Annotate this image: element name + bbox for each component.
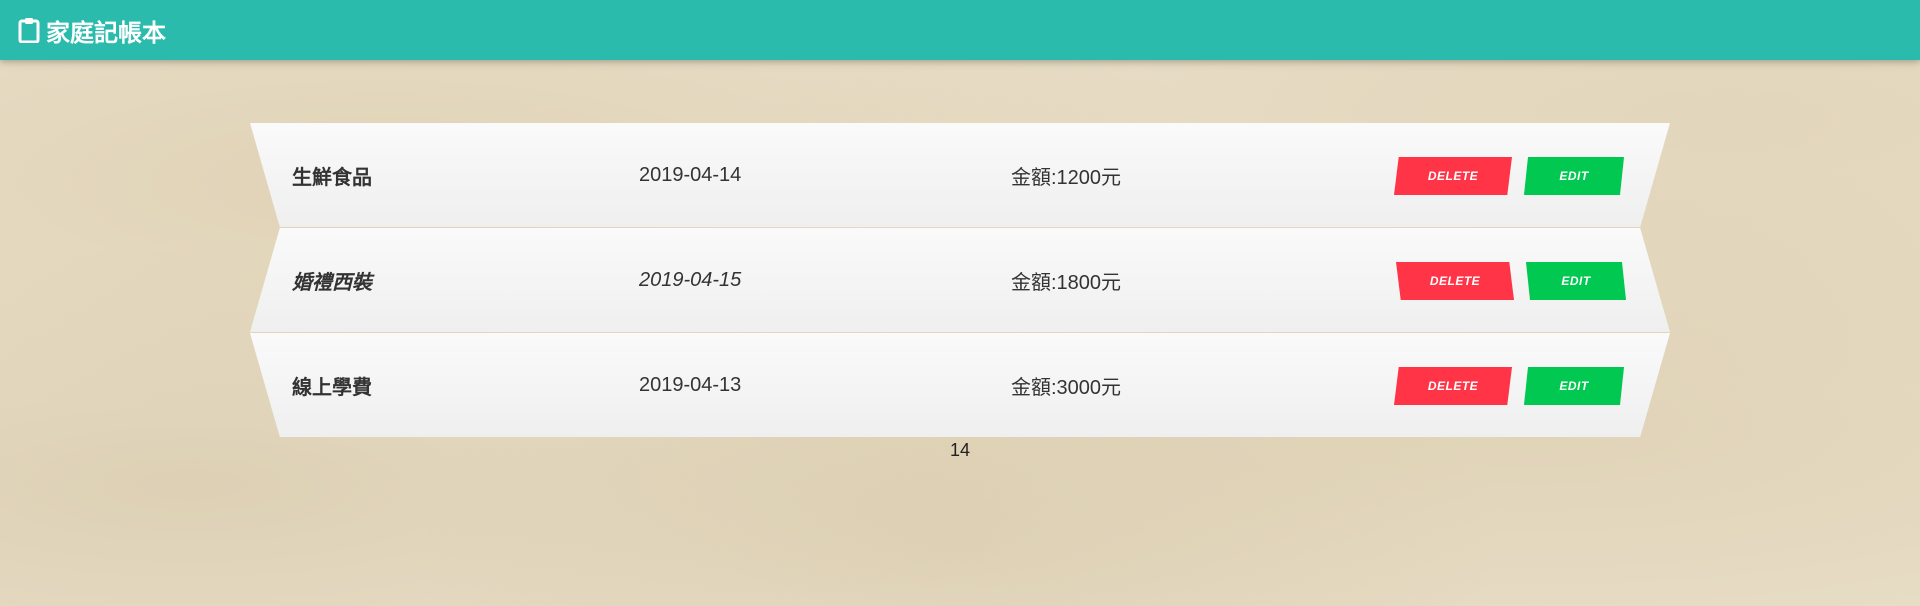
record-list: 生鮮食品 2019-04-14 金額:1200元 DELETE EDIT 婚禮西… bbox=[250, 123, 1670, 438]
list-item: 生鮮食品 2019-04-14 金額:1200元 DELETE EDIT bbox=[250, 123, 1670, 227]
list-item: 線上學費 2019-04-13 金額:3000元 DELETE EDIT bbox=[250, 333, 1670, 437]
navbar: 家庭記帳本 bbox=[0, 0, 1920, 60]
record-amount: 金額:3000元 bbox=[1011, 376, 1122, 399]
edit-button[interactable]: EDIT bbox=[1524, 367, 1624, 405]
record-amount: 金額:1800元 bbox=[1011, 271, 1122, 294]
record-name: 生鮮食品 bbox=[292, 166, 372, 189]
record-amount: 金額:1200元 bbox=[1011, 166, 1122, 189]
record-date: 2019-04-15 bbox=[639, 268, 742, 291]
record-date: 2019-04-13 bbox=[639, 373, 742, 396]
delete-button[interactable]: DELETE bbox=[1396, 262, 1514, 300]
brand-title: 家庭記帳本 bbox=[46, 18, 166, 47]
page-number: 14 bbox=[949, 440, 971, 460]
clipboard-icon bbox=[18, 17, 40, 44]
record-name: 婚禮西裝 bbox=[292, 271, 372, 294]
record-name: 線上學費 bbox=[292, 376, 372, 399]
list-item: 婚禮西裝 2019-04-15 金額:1800元 DELETE EDIT bbox=[250, 228, 1670, 332]
edit-button[interactable]: EDIT bbox=[1524, 157, 1624, 195]
brand-link[interactable]: 家庭記帳本 bbox=[18, 13, 166, 48]
record-date: 2019-04-14 bbox=[639, 163, 742, 186]
edit-button[interactable]: EDIT bbox=[1526, 262, 1626, 300]
delete-button[interactable]: DELETE bbox=[1394, 367, 1512, 405]
delete-button[interactable]: DELETE bbox=[1394, 157, 1512, 195]
